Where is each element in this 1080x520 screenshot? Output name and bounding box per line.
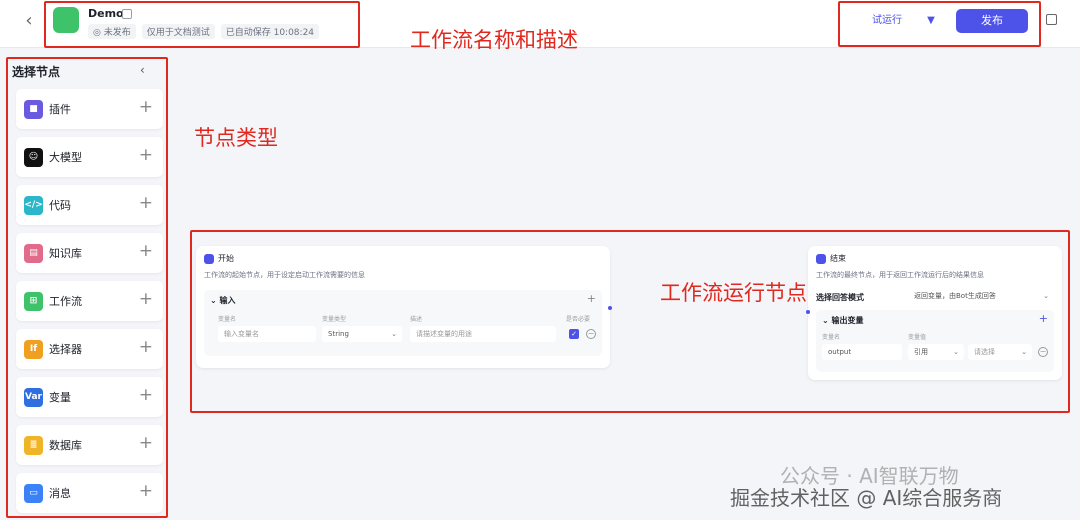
- var-name-input[interactable]: 输入变量名: [218, 326, 316, 342]
- cube-icon: ■: [24, 100, 43, 119]
- node-item-8[interactable]: ▭ 消息 +: [16, 473, 163, 513]
- value-select[interactable]: 请选择 ⌄: [968, 344, 1032, 360]
- if-icon: If: [24, 340, 43, 359]
- watermark-line2: 掘金技术社区 @ AI综合服务商: [730, 486, 1003, 510]
- plus-icon[interactable]: +: [139, 289, 153, 309]
- col-out-value: 变量值: [908, 334, 927, 341]
- end-icon: [816, 254, 826, 264]
- annotation-node-types: 节点类型: [194, 126, 278, 150]
- node-item-0[interactable]: ■ 插件 +: [16, 89, 163, 129]
- node-item-label: 工作流: [49, 295, 82, 308]
- node-item-label: 知识库: [49, 247, 82, 260]
- var-type-select[interactable]: String ⌄: [322, 326, 402, 342]
- node-item-label: 选择器: [49, 343, 82, 356]
- edit-icon[interactable]: [122, 9, 132, 19]
- start-node[interactable]: 开始 工作流的起始节点，用于设定启动工作流需要的信息 ⌄ 输入 + 变量名 变量…: [196, 246, 612, 368]
- chevron-down-icon: ⌄: [953, 348, 959, 356]
- col-desc: 描述: [410, 316, 423, 323]
- node-item-label: 插件: [49, 103, 71, 116]
- chevron-down-icon: ⌄: [391, 330, 397, 338]
- node-item-4[interactable]: ⊞ 工作流 +: [16, 281, 163, 321]
- remove-icon[interactable]: −: [586, 329, 596, 339]
- end-node-title: 结束: [830, 254, 846, 263]
- code-icon: </>: [24, 196, 43, 215]
- plus-icon[interactable]: +: [139, 145, 153, 165]
- node-item-6[interactable]: Var 变量 +: [16, 377, 163, 417]
- status-badge: ◎ 未发布: [88, 24, 136, 39]
- book-icon: ▤: [24, 244, 43, 263]
- col-out-name: 变量名: [822, 334, 841, 341]
- node-sidebar: 选择节点 ‹ ■ 插件 + ☺ 大模型 + </> 代码 + ▤ 知识库 + ⊞ 工作流 + If 选择器 + Va…: [0, 48, 170, 520]
- answer-mode-select[interactable]: 返回变量，由Bot生成回答 ⌄: [908, 288, 1054, 304]
- workflow-canvas[interactable]: 开始 工作流的起始节点，用于设定启动工作流需要的信息 ⌄ 输入 + 变量名 变量…: [180, 48, 1080, 520]
- plus-icon[interactable]: +: [139, 337, 153, 357]
- output-name-input[interactable]: output: [822, 344, 902, 360]
- node-item-7[interactable]: ≣ 数据库 +: [16, 425, 163, 465]
- chevron-left-icon[interactable]: ‹: [18, 10, 40, 32]
- add-input-icon[interactable]: +: [587, 292, 596, 305]
- end-node-desc: 工作流的最终节点，用于返回工作流运行后的结果信息: [816, 271, 984, 279]
- output-section: ⌄ 输出变量 + 变量名 变量值 output 引用 ⌄ 请选择 ⌄ −: [816, 310, 1054, 372]
- start-node-title: 开始: [218, 254, 234, 263]
- start-icon: [204, 254, 214, 264]
- required-checkbox[interactable]: ✓: [569, 329, 579, 339]
- publish-button[interactable]: 发布: [956, 9, 1028, 33]
- ref-select[interactable]: 引用 ⌄: [908, 344, 964, 360]
- node-item-label: 变量: [49, 391, 71, 404]
- plus-icon[interactable]: +: [139, 193, 153, 213]
- description-tag: 仅用于文档测试: [141, 24, 215, 39]
- copy-icon[interactable]: [1046, 14, 1057, 25]
- node-item-5[interactable]: If 选择器 +: [16, 329, 163, 369]
- col-required: 是否必要: [566, 316, 591, 323]
- annotation-run-nodes: 工作流运行节点: [660, 281, 807, 305]
- start-node-desc: 工作流的起始节点，用于设定启动工作流需要的信息: [204, 271, 365, 279]
- col-var-type: 变量类型: [322, 316, 347, 323]
- input-section: ⌄ 输入 + 变量名 变量类型 描述 是否必要 输入变量名 String ⌄ 请描…: [204, 290, 602, 356]
- plus-icon[interactable]: +: [139, 241, 153, 261]
- autosave-text: 已自动保存 10:08:24: [220, 24, 320, 39]
- end-node[interactable]: 结束 工作流的最终节点，用于返回工作流运行后的结果信息 选择回答模式 返回变量，…: [806, 246, 1062, 380]
- node-item-label: 消息: [49, 487, 71, 500]
- add-output-icon[interactable]: +: [1039, 312, 1048, 325]
- database-icon: ≣: [24, 436, 43, 455]
- var-icon: Var: [24, 388, 43, 407]
- plus-icon[interactable]: +: [139, 385, 153, 405]
- output-section-title: ⌄ 输出变量: [822, 316, 864, 325]
- node-item-label: 大模型: [49, 151, 82, 164]
- input-section-title: ⌄ 输入: [210, 296, 236, 305]
- node-item-2[interactable]: </> 代码 +: [16, 185, 163, 225]
- workflow-logo: [53, 7, 79, 33]
- workflow-title: Demo: [88, 7, 124, 20]
- col-var-name: 变量名: [218, 316, 237, 323]
- output-port[interactable]: [608, 306, 612, 310]
- annotation-name-desc: 工作流名称和描述: [410, 28, 578, 52]
- chevron-down-icon: ⌄: [1043, 292, 1049, 300]
- message-icon: ▭: [24, 484, 43, 503]
- collapse-icon[interactable]: ‹: [140, 63, 145, 77]
- answer-mode-label: 选择回答模式: [816, 293, 864, 302]
- node-item-1[interactable]: ☺ 大模型 +: [16, 137, 163, 177]
- input-port[interactable]: [806, 310, 810, 314]
- test-run-button[interactable]: 试运行: [856, 10, 918, 32]
- node-item-label: 代码: [49, 199, 71, 212]
- workflow-icon: ⊞: [24, 292, 43, 311]
- plus-icon[interactable]: +: [139, 433, 153, 453]
- workflow-meta: ◎ 未发布 仅用于文档测试 已自动保存 10:08:24: [88, 24, 320, 39]
- llm-icon: ☺: [24, 148, 43, 167]
- chevron-down-icon: ⌄: [1021, 348, 1027, 356]
- var-desc-input[interactable]: 请描述变量的用途: [410, 326, 556, 342]
- node-item-3[interactable]: ▤ 知识库 +: [16, 233, 163, 273]
- sidebar-title: 选择节点: [12, 65, 61, 79]
- remove-icon[interactable]: −: [1038, 347, 1048, 357]
- chevron-down-icon[interactable]: ▼: [922, 12, 940, 30]
- plus-icon[interactable]: +: [139, 481, 153, 501]
- plus-icon[interactable]: +: [139, 97, 153, 117]
- node-item-label: 数据库: [49, 439, 82, 452]
